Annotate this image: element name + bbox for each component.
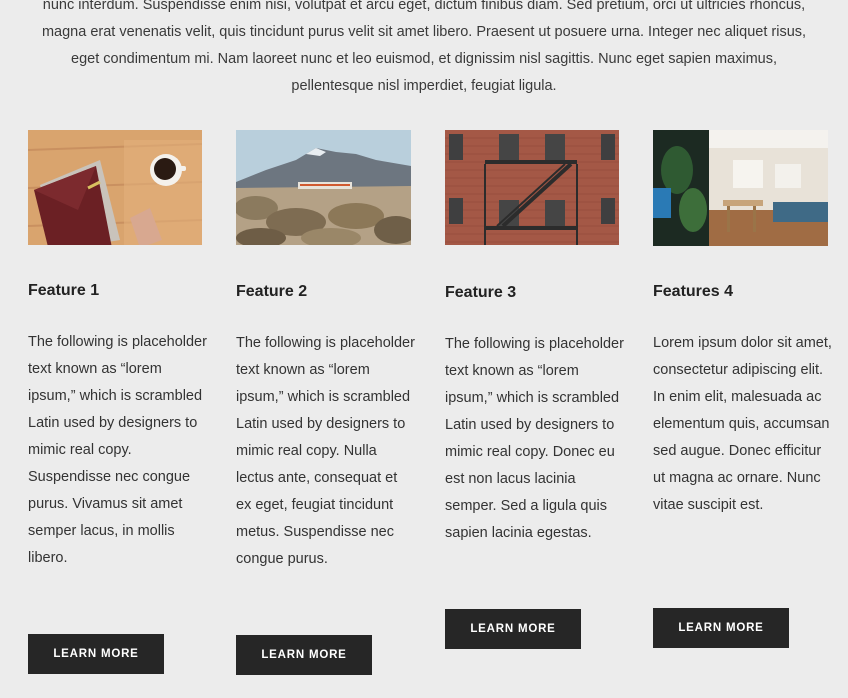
feature-description: The following is placeholder text known … — [445, 336, 624, 541]
feature-title: Feature 1 — [28, 282, 100, 299]
feature-title: Features 4 — [653, 283, 734, 300]
learn-more-button[interactable]: LEARN MORE — [653, 608, 789, 648]
learn-more-button[interactable]: LEARN MORE — [445, 609, 581, 649]
feature-title: Feature 2 — [236, 283, 308, 300]
feature-image-brick-building — [445, 130, 619, 245]
feature-card-4: Features 4 Lorem ipsum dolor sit amet, c… — [653, 130, 832, 648]
feature-description: The following is placeholder text known … — [236, 335, 415, 567]
feature-image-desk — [28, 130, 202, 245]
learn-more-button[interactable]: LEARN MORE — [236, 635, 372, 675]
feature-description: Lorem ipsum dolor sit amet, consectetur … — [653, 335, 832, 513]
intro-paragraph: nunc interdum. Suspendisse enim nisi, vo… — [41, 0, 807, 94]
feature-card-3: Feature 3 The following is placeholder t… — [445, 130, 624, 649]
feature-card-1: Feature 1 The following is placeholder t… — [28, 130, 207, 674]
feature-image-interior — [653, 130, 828, 246]
feature-title: Feature 3 — [445, 284, 517, 301]
feature-image-desert — [236, 130, 411, 245]
learn-more-button[interactable]: LEARN MORE — [28, 634, 164, 674]
feature-card-2: Feature 2 The following is placeholder t… — [236, 130, 415, 675]
feature-description: The following is placeholder text known … — [28, 334, 207, 566]
